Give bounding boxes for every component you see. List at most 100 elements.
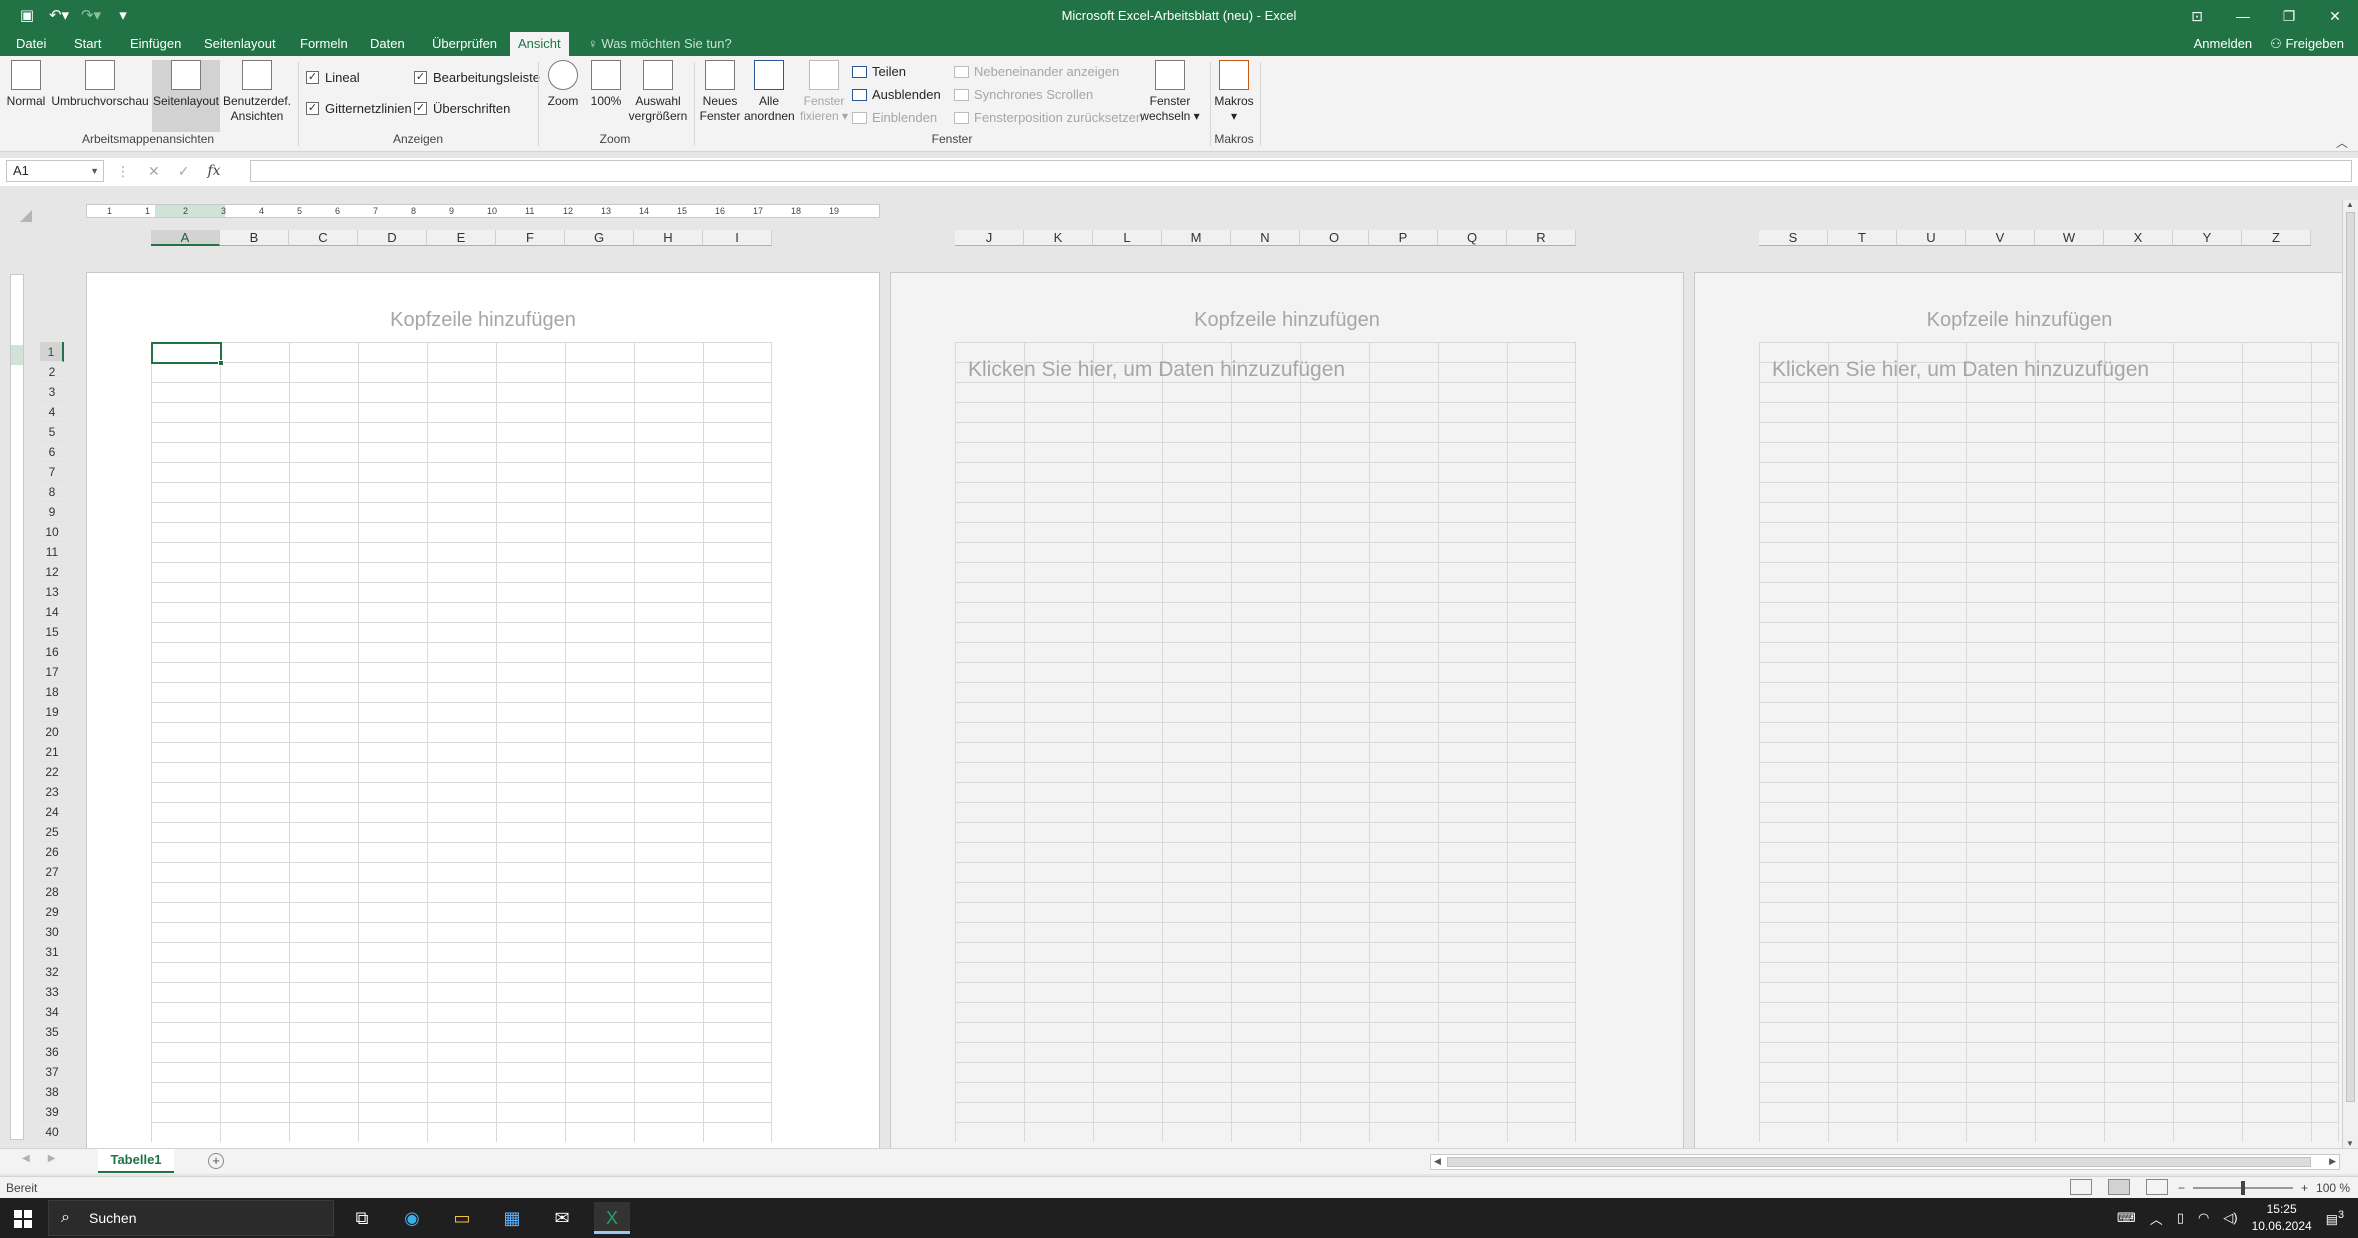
row-header[interactable]: 8	[40, 482, 64, 502]
taskbar-clock[interactable]: 15:25 10.06.2024	[2252, 1201, 2312, 1235]
scroll-up-icon[interactable]: ▲	[2346, 200, 2354, 209]
row-header[interactable]: 34	[40, 1002, 64, 1022]
row-header[interactable]: 32	[40, 962, 64, 982]
column-header[interactable]: U	[1897, 230, 1966, 246]
row-header[interactable]: 26	[40, 842, 64, 862]
column-header[interactable]: N	[1231, 230, 1300, 246]
column-header[interactable]: Y	[2173, 230, 2242, 246]
click-to-add-data-placeholder[interactable]: Klicken Sie hier, um Daten hinzuzufügen	[968, 358, 1345, 382]
sync-scroll-button[interactable]: Synchrones Scrollen	[954, 87, 1093, 102]
cancel-icon[interactable]: ✕	[148, 163, 160, 180]
add-header-placeholder[interactable]: Kopfzeile hinzufügen	[87, 309, 879, 332]
insert-function-icon[interactable]: fx	[207, 163, 220, 179]
row-header[interactable]: 24	[40, 802, 64, 822]
column-header[interactable]: Q	[1438, 230, 1507, 246]
close-icon[interactable]: ✕	[2312, 0, 2358, 32]
row-header[interactable]: 25	[40, 822, 64, 842]
zoom-percentage[interactable]: 100 %	[2316, 1181, 2350, 1195]
row-header[interactable]: 21	[40, 742, 64, 762]
row-header[interactable]: 10	[40, 522, 64, 542]
row-header[interactable]: 36	[40, 1042, 64, 1062]
custom-views-button[interactable]: Benutzerdef. Ansichten	[222, 60, 292, 124]
tab-ansicht[interactable]: Ansicht	[510, 32, 569, 56]
vertical-scrollbar[interactable]: ▲ ▼	[2342, 200, 2358, 1148]
row-header[interactable]: 39	[40, 1102, 64, 1122]
hide-button[interactable]: Ausblenden	[852, 87, 941, 102]
freeze-panes-button[interactable]: Fenster fixieren ▾	[796, 60, 852, 124]
collapse-ribbon-icon[interactable]: ︿	[2336, 134, 2348, 151]
click-to-add-data-placeholder[interactable]: Klicken Sie hier, um Daten hinzuzufügen	[1772, 358, 2149, 382]
pagebreak-view-button[interactable]: Umbruchvorschau	[50, 60, 150, 109]
column-header[interactable]: J	[955, 230, 1024, 246]
tab-daten[interactable]: Daten	[362, 32, 413, 56]
normal-view-button[interactable]: Normal	[4, 60, 48, 109]
minimize-icon[interactable]: —	[2220, 0, 2266, 32]
column-header[interactable]: W	[2035, 230, 2104, 246]
column-header[interactable]: M	[1162, 230, 1231, 246]
notification-icon[interactable]: ▤3	[2326, 1209, 2344, 1227]
row-header[interactable]: 17	[40, 662, 64, 682]
row-header[interactable]: 22	[40, 762, 64, 782]
fill-handle[interactable]	[218, 360, 224, 366]
column-header[interactable]: K	[1024, 230, 1093, 246]
add-sheet-icon[interactable]: +	[208, 1153, 224, 1169]
row-header[interactable]: 16	[40, 642, 64, 662]
macros-button[interactable]: Makros ▾	[1214, 60, 1254, 124]
column-header[interactable]: E	[427, 230, 496, 246]
switch-windows-button[interactable]: Fenster wechseln ▾	[1134, 60, 1206, 124]
column-header[interactable]: I	[703, 230, 772, 246]
add-header-placeholder[interactable]: Kopfzeile hinzufügen	[891, 309, 1683, 332]
column-header[interactable]: O	[1300, 230, 1369, 246]
formulabar-checkbox[interactable]: ✓ Bearbeitungsleiste	[414, 70, 540, 85]
row-header[interactable]: 29	[40, 902, 64, 922]
zoom-slider-thumb[interactable]	[2241, 1181, 2246, 1195]
zoom-in-icon[interactable]: +	[2301, 1181, 2308, 1195]
row-header[interactable]: 11	[40, 542, 64, 562]
row-header[interactable]: 6	[40, 442, 64, 462]
row-header[interactable]: 2	[40, 362, 64, 382]
mail-icon[interactable]: ✉	[544, 1202, 580, 1234]
task-view-icon[interactable]: ⧉	[344, 1202, 380, 1234]
file-explorer-icon[interactable]: ▭	[444, 1202, 480, 1234]
row-header[interactable]: 27	[40, 862, 64, 882]
chevron-down-icon[interactable]: ▼	[90, 161, 99, 181]
tab-start[interactable]: Start	[66, 32, 109, 56]
windows-start-icon[interactable]	[14, 1210, 32, 1228]
tab-seitenlayout[interactable]: Seitenlayout	[196, 32, 284, 56]
add-header-placeholder[interactable]: Kopfzeile hinzufügen	[1695, 309, 2344, 332]
enter-icon[interactable]: ✓	[178, 163, 190, 180]
pagelayout-view-icon[interactable]	[2108, 1179, 2130, 1195]
tray-chevron-icon[interactable]: ︿	[2150, 1209, 2163, 1228]
row-header[interactable]: 35	[40, 1022, 64, 1042]
pagelayout-view-button[interactable]: Seitenlayout	[152, 60, 220, 132]
store-icon[interactable]: ▦	[494, 1202, 530, 1234]
split-button[interactable]: Teilen	[852, 64, 906, 79]
row-header[interactable]: 5	[40, 422, 64, 442]
column-header[interactable]: P	[1369, 230, 1438, 246]
active-cell-a1[interactable]	[151, 342, 224, 366]
column-header[interactable]: Z	[2242, 230, 2311, 246]
gridlines-checkbox[interactable]: ✓ Gitternetzlinien	[306, 101, 412, 116]
tab-datei[interactable]: Datei	[8, 32, 54, 56]
reset-position-button[interactable]: Fensterposition zurücksetzen	[954, 110, 1143, 125]
edge-icon[interactable]: ◉	[394, 1202, 430, 1234]
row-header[interactable]: 15	[40, 622, 64, 642]
keyboard-icon[interactable]: ⌨	[2117, 1210, 2136, 1226]
row-header[interactable]: 30	[40, 922, 64, 942]
scroll-left-icon[interactable]: ◀	[1434, 1156, 1441, 1167]
zoom-100-button[interactable]: 100%	[586, 60, 626, 109]
sheet-tab-tabelle1[interactable]: Tabelle1	[98, 1149, 174, 1173]
headings-checkbox[interactable]: ✓ Überschriften	[414, 101, 510, 116]
pagebreak-view-icon[interactable]	[2146, 1179, 2168, 1195]
row-header[interactable]: 31	[40, 942, 64, 962]
unhide-button[interactable]: Einblenden	[852, 110, 937, 125]
name-box[interactable]: A1 ▼	[6, 160, 104, 182]
ribbon-display-icon[interactable]: ⊡	[2174, 0, 2220, 32]
volume-icon[interactable]: ◁)	[2223, 1210, 2237, 1226]
row-header[interactable]: 40	[40, 1122, 64, 1142]
zoom-button[interactable]: Zoom	[542, 60, 584, 109]
row-header[interactable]: 33	[40, 982, 64, 1002]
ruler-checkbox[interactable]: ✓ Lineal	[306, 70, 360, 85]
row-header[interactable]: 12	[40, 562, 64, 582]
horizontal-scrollbar[interactable]: ◀ ▶	[1430, 1154, 2340, 1170]
